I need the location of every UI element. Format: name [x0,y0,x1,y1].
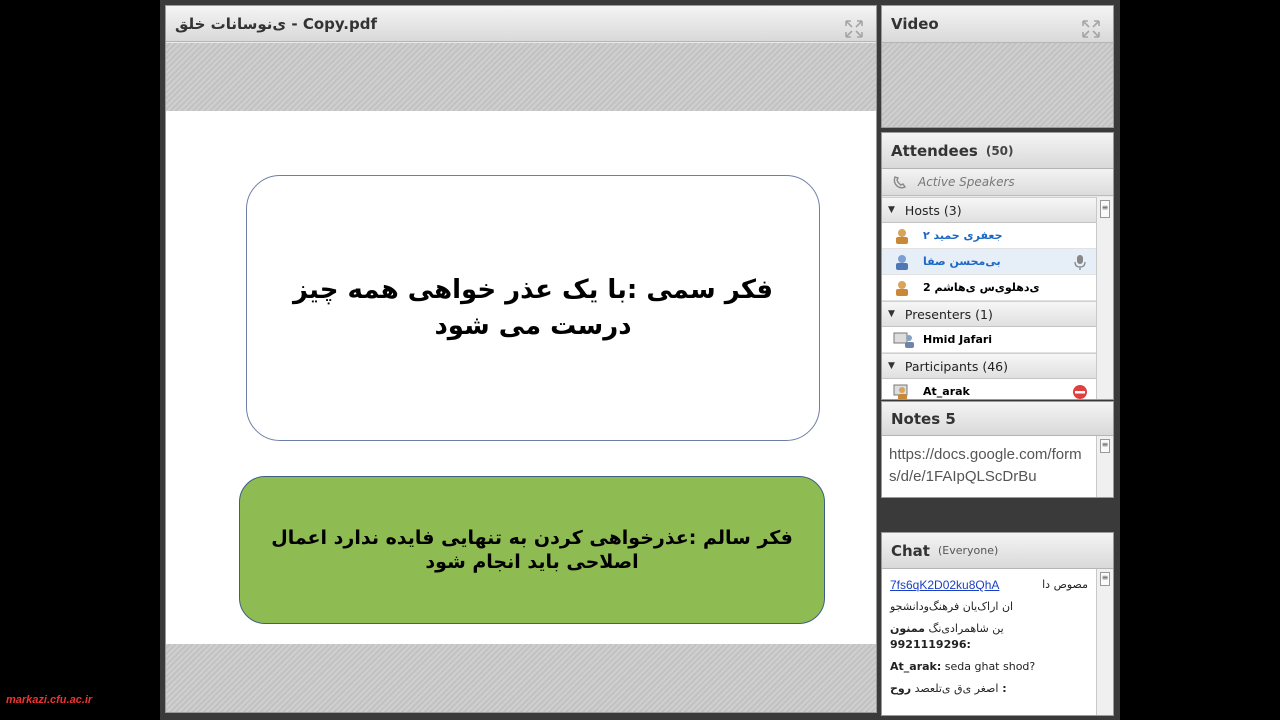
attendees-pod: Attendees (50) Active Speakers ▼ Hosts (… [881,132,1114,400]
share-bottom-area [166,644,876,712]
host-user-icon [896,254,908,270]
pdf-slide: فکر سمی :با یک عذر خواهی همه چیز درست می… [166,111,876,644]
presenters-group-header[interactable]: ▼ Presenters (1) [882,301,1097,327]
chat-text: seda ghat shod? [944,660,1036,673]
share-pod-header: ی‌نوسانات خلق - Copy.pdf [166,6,876,42]
notes-scrollbar[interactable]: ≡ [1096,436,1113,497]
video-pod-header: Video [882,6,1113,43]
meeting-app: ی‌نوسانات خلق - Copy.pdf فکر سمی :با یک … [160,0,1120,720]
chat-link[interactable]: 7fs6qK2D02ku8QhA [890,577,999,593]
video-pod: Video [881,5,1114,128]
expand-icon[interactable] [844,19,864,39]
toxic-thought-box: فکر سمی :با یک عذر خواهی همه چیز درست می… [246,175,820,441]
attendee-row[interactable]: 2 ی‌دهلوی‌س ی‌هاشم [882,275,1097,301]
attendee-name: Hmid Jafari [923,333,993,346]
attendee-list: ▼ Hosts (3) جعفری حمید ۲ بی‌محسن صفا 2 ی… [882,197,1097,399]
attendee-name: جعفری حمید ۲ [923,229,1003,242]
notes-pod-header: Notes 5 [882,402,1113,436]
toxic-thought-text: فکر سمی :با یک عذر خواهی همه چیز درست می… [292,275,774,341]
chat-scrollbar[interactable]: ≡ [1096,569,1113,715]
attendee-scrollbar[interactable]: ≡ [1096,197,1113,399]
microphone-icon [1074,255,1086,270]
phone-icon [893,176,907,189]
presenters-label: Presenters (1) [904,306,993,322]
presenter-icon [893,332,914,348]
attendees-pod-title: Attendees [891,141,978,160]
healthy-thought-text: فکر سالم :عذرخواهی کردن به تنهایی فایده … [271,527,793,573]
video-area [882,43,1113,127]
collapse-triangle-icon: ▼ [888,361,895,371]
chat-text: ان اراک‌یان فرهنگ‌ودانشجو [890,600,1014,613]
attendees-count: (50) [985,143,1014,158]
healthy-thought-box: فکر سالم :عذرخواهی کردن به تنهایی فایده … [239,476,825,624]
chat-text: ین شاهمرادی‌نگ [928,622,1004,635]
share-pod: ی‌نوسانات خلق - Copy.pdf فکر سمی :با یک … [165,5,877,713]
chat-sender: At_arak: [890,660,942,673]
collapse-triangle-icon: ▼ [888,309,895,319]
active-speakers-label: Active Speakers [918,175,1015,189]
chat-text: مصوص دا [1042,578,1088,591]
participant-icon [893,384,908,399]
notes-pod-title: Notes 5 [891,409,956,428]
chat-scope: (Everyone) [937,544,999,557]
attendee-name: At_arak [923,385,970,398]
attendees-pod-header: Attendees (50) [882,133,1113,169]
chat-message: اصغر ی‌ق ی‌تلعصد روح : [890,681,1088,697]
attendee-row[interactable]: At_arak [882,379,1097,399]
video-pod-title: Video [891,15,939,33]
chat-message: ین شاهمرادی‌نگ ممنون :9921119296 [890,621,1088,653]
chat-message: At_arak: seda ghat shod? [890,659,1088,675]
participants-group-header[interactable]: ▼ Participants (46) [882,353,1097,379]
watermark: markazi.cfu.ac.ir [6,694,93,706]
chat-pod-title: Chat [891,541,930,560]
share-pod-title: ی‌نوسانات خلق - Copy.pdf [175,14,378,33]
chat-message: 7fs6qK2D02ku8QhA مصوص دا [890,577,1088,593]
chat-message: ان اراک‌یان فرهنگ‌ودانشجو [890,599,1088,615]
expand-icon[interactable] [1081,19,1101,39]
attendee-row[interactable]: جعفری حمید ۲ [882,223,1097,249]
participants-label: Participants (46) [904,358,1008,374]
chat-pod: Chat (Everyone) 7fs6qK2D02ku8QhA مصوص دا… [881,532,1114,716]
attendee-name: بی‌محسن صفا [923,255,1001,268]
chat-messages: 7fs6qK2D02ku8QhA مصوص دا ان اراک‌یان فره… [882,569,1096,715]
active-speakers-bar[interactable]: Active Speakers [882,169,1113,196]
share-top-area [166,43,876,111]
hosts-group-header[interactable]: ▼ Hosts (3) [882,197,1097,223]
notes-content[interactable]: https://docs.google.com/forms/d/e/1FAIpQ… [882,436,1096,497]
notes-pod: Notes 5 https://docs.google.com/forms/d/… [881,401,1114,498]
chat-pod-header: Chat (Everyone) [882,533,1113,569]
attendee-row[interactable]: Hmid Jafari [882,327,1097,353]
collapse-triangle-icon: ▼ [888,205,895,215]
scrollbar-thumb[interactable]: ≡ [1100,439,1110,453]
host-user-icon [896,228,908,244]
chat-text: اصغر ی‌ق ی‌تلعصد [914,682,999,695]
host-user-icon [896,280,908,296]
no-entry-icon [1073,385,1087,399]
attendee-row[interactable]: بی‌محسن صفا [882,249,1097,275]
attendee-name: 2 ی‌دهلوی‌س ی‌هاشم [923,281,1040,294]
hosts-label: Hosts (3) [904,202,962,218]
scrollbar-thumb[interactable]: ≡ [1100,572,1110,586]
scrollbar-thumb[interactable]: ≡ [1100,200,1110,218]
